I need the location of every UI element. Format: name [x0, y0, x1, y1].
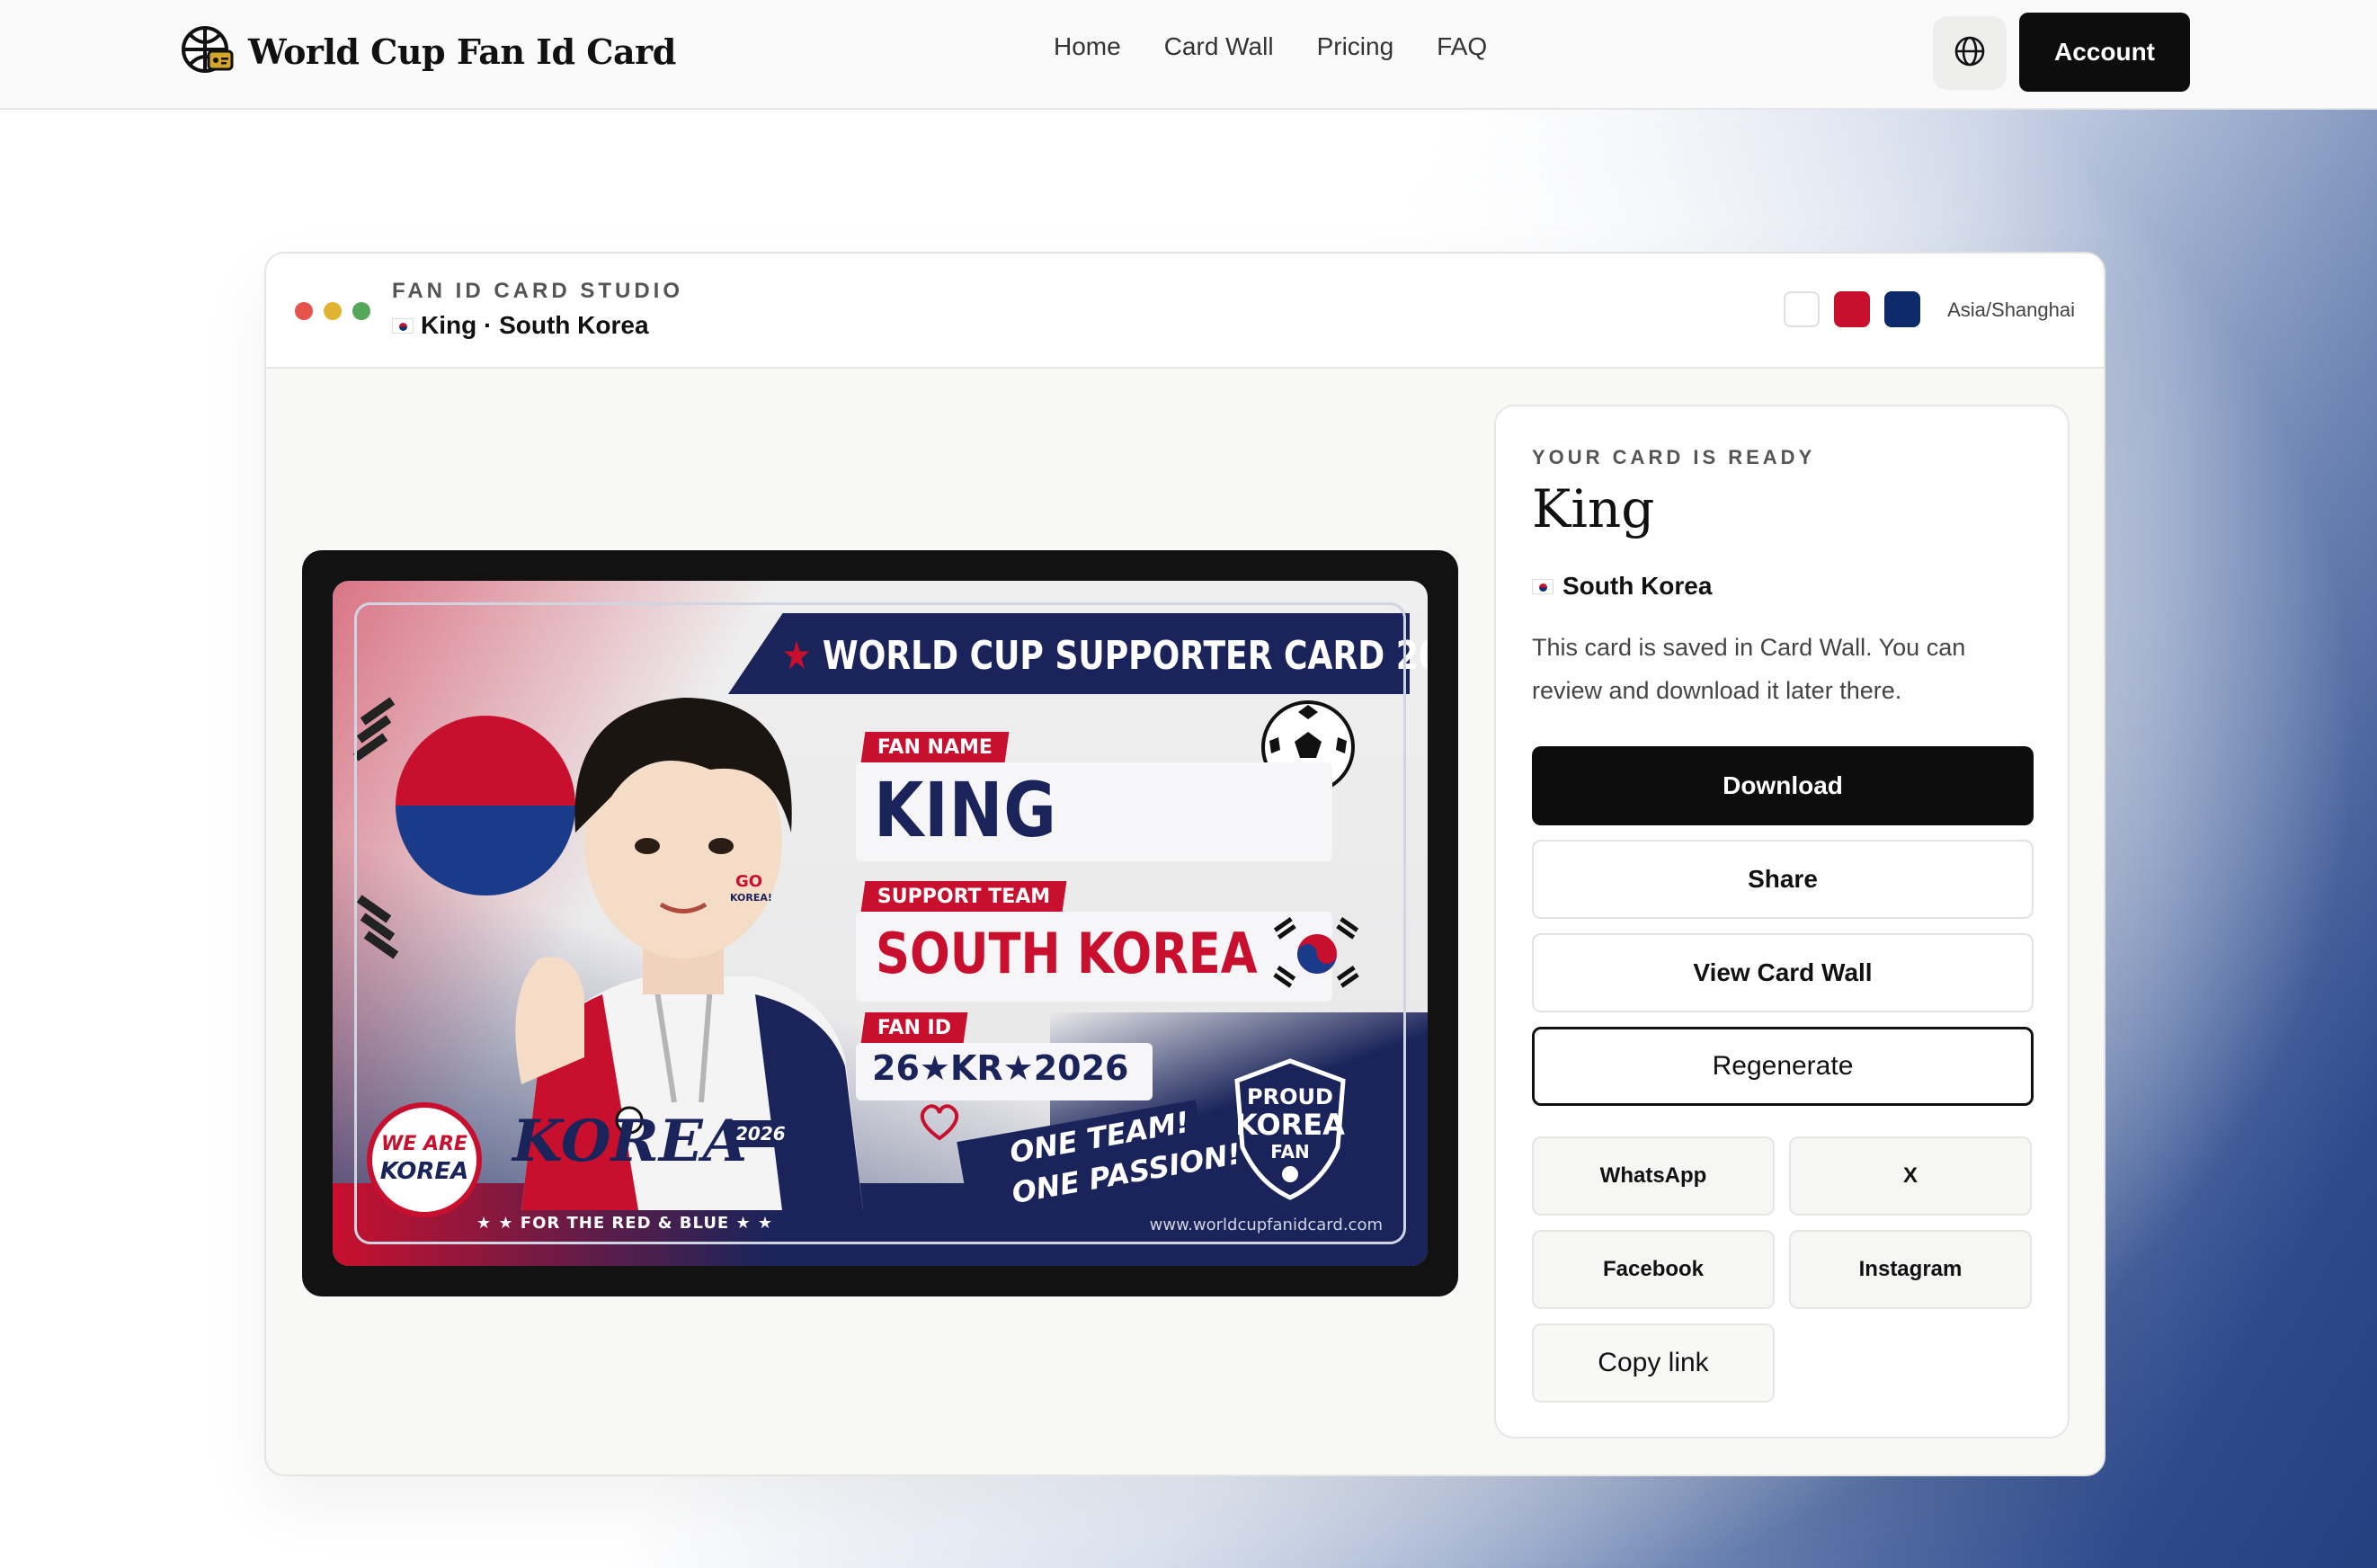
we-are-line-2: KOREA	[379, 1158, 469, 1185]
fan-id-value: 26★KR★2026	[872, 1048, 1129, 1088]
account-button[interactable]: Account	[2019, 13, 2190, 92]
view-card-wall-button[interactable]: View Card Wall	[1532, 933, 2034, 1012]
we-are-korea-text: WE ARE KOREA	[379, 1131, 469, 1185]
fan-name-value: KING	[874, 766, 1057, 854]
svg-text:GO: GO	[735, 872, 762, 891]
card-studio-window: FAN ID CARD STUDIO King · South Korea As…	[264, 252, 2105, 1476]
brand-title: World Cup Fan Id Card	[248, 31, 676, 72]
studio-title: King · South Korea	[392, 311, 649, 340]
svg-text:KOREA: KOREA	[1235, 1108, 1345, 1142]
share-whatsapp-button[interactable]: WhatsApp	[1532, 1136, 1775, 1216]
fan-name-label: FAN NAME	[860, 732, 1010, 762]
result-panel: YOUR CARD IS READY King South Korea This…	[1494, 405, 2070, 1439]
nav-card-wall[interactable]: Card Wall	[1164, 32, 1274, 61]
studio-header: FAN ID CARD STUDIO King · South Korea As…	[266, 254, 2104, 369]
swatch-red[interactable]	[1834, 291, 1870, 327]
panel-team: South Korea	[1532, 572, 1712, 601]
proud-korea-fan-badge: PROUD KOREA FAN	[1234, 1058, 1346, 1200]
nav-home[interactable]: Home	[1054, 32, 1121, 61]
south-korea-flag-icon	[1273, 917, 1359, 988]
brand[interactable]: World Cup Fan Id Card	[182, 22, 676, 81]
card-preview-frame: GO KOREA! 2026 KOREA ★ WORLD CUP SUPPORT…	[302, 550, 1458, 1296]
globe-icon	[1954, 35, 1986, 72]
nav-pricing[interactable]: Pricing	[1317, 32, 1394, 61]
window-dot-yellow	[324, 302, 342, 320]
panel-fan-name: King	[1532, 478, 1655, 539]
panel-kicker: YOUR CARD IS READY	[1532, 446, 1816, 468]
south-korea-flag-icon	[392, 317, 414, 334]
timezone-label: Asia/Shanghai	[1947, 298, 2075, 321]
regenerate-button[interactable]: Regenerate	[1532, 1027, 2034, 1106]
jersey-chest-text: KOREA	[512, 1108, 748, 1175]
support-team-label: SUPPORT TEAM	[860, 881, 1067, 912]
star-icon: ★	[782, 633, 823, 679]
studio-kicker: FAN ID CARD STUDIO	[392, 279, 683, 303]
svg-text:KOREA!: KOREA!	[730, 892, 772, 904]
window-dots	[295, 302, 370, 320]
nav-faq[interactable]: FAQ	[1437, 32, 1487, 61]
panel-team-text: South Korea	[1562, 572, 1713, 600]
window-dot-green	[352, 302, 370, 320]
swatch-navy[interactable]	[1884, 291, 1920, 327]
brand-logo-icon	[182, 24, 236, 78]
studio-title-text: King · South Korea	[421, 311, 649, 339]
share-facebook-button[interactable]: Facebook	[1532, 1230, 1775, 1309]
svg-text:PROUD: PROUD	[1247, 1084, 1333, 1109]
share-instagram-button[interactable]: Instagram	[1789, 1230, 2032, 1309]
svg-text:FAN: FAN	[1270, 1141, 1310, 1163]
share-button[interactable]: Share	[1532, 840, 2034, 919]
copy-link-button[interactable]: Copy link	[1532, 1323, 1775, 1403]
panel-description: This card is saved in Card Wall. You can…	[1532, 634, 1966, 704]
share-x-button[interactable]: X	[1789, 1136, 2032, 1216]
card-footer-url: www.worldcupfanidcard.com	[1149, 1216, 1383, 1234]
main-nav: Home Card Wall Pricing FAQ	[1054, 32, 1487, 61]
fan-id-card-image: GO KOREA! 2026 KOREA ★ WORLD CUP SUPPORT…	[333, 581, 1428, 1266]
we-are-line-1: WE ARE	[381, 1133, 467, 1155]
top-navbar: World Cup Fan Id Card Home Card Wall Pri…	[0, 0, 2377, 110]
fan-id-label: FAN ID	[860, 1012, 968, 1043]
south-korea-flag-icon	[1532, 578, 1554, 594]
support-team-value: SOUTH KOREA	[876, 921, 1258, 986]
window-dot-red	[295, 302, 313, 320]
language-button[interactable]	[1933, 16, 2007, 90]
swatch-white[interactable]	[1784, 291, 1820, 327]
card-header-text: ★ WORLD CUP SUPPORTER CARD 2026	[782, 633, 1428, 679]
card-footer-motto: ★ ★ FOR THE RED & BLUE ★ ★	[476, 1214, 774, 1233]
download-button[interactable]: Download	[1532, 746, 2034, 825]
color-swatches	[1784, 291, 1920, 327]
heart-icon	[920, 1104, 959, 1141]
